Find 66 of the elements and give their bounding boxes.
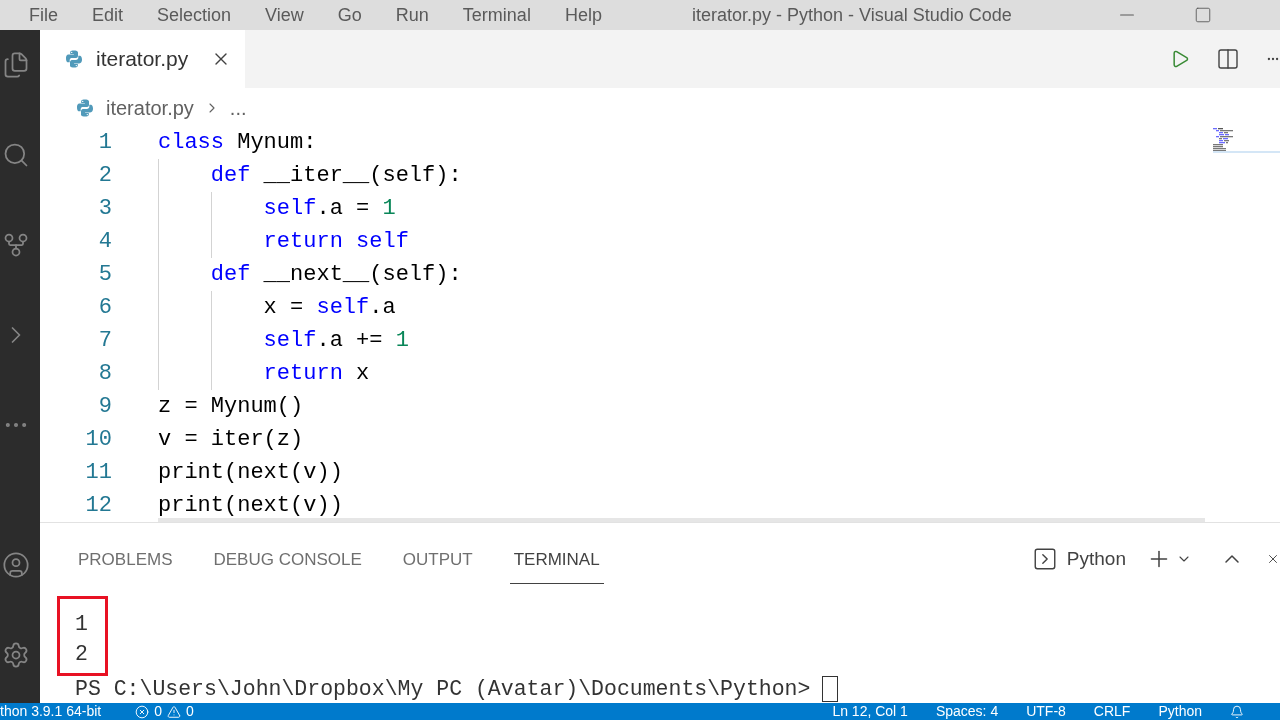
code-line: x = self.a [158,291,396,324]
files-icon[interactable] [2,51,30,79]
status-item[interactable]: Ln 12, Col 1 [832,703,908,720]
python-file-icon [64,49,84,69]
menu-item[interactable]: File [29,4,58,26]
breadcrumb-symbols[interactable]: ... [229,96,247,120]
branch-icon[interactable] [2,231,30,259]
warning-icon [167,704,181,719]
split-editor-icon[interactable] [1216,47,1240,71]
code-line: v = iter(z) [158,426,304,454]
code-line: self.a = 1 [158,192,396,225]
window-title: iterator.py - Python - Visual Studio Code [691,4,1012,26]
line-number: 11 [84,459,112,487]
panel-tab[interactable]: DEBUG CONSOLE [209,537,366,584]
status-item[interactable]: CRLF [1093,703,1131,720]
code-line: print(next(v)) [158,459,343,487]
terminal-selector[interactable]: Python [1031,546,1126,572]
status-item[interactable]: Python [1158,703,1202,720]
menu-item[interactable]: Terminal [462,4,531,26]
line-number: 3 [97,195,112,223]
terminal-cursor [822,676,839,702]
account-icon[interactable] [2,551,30,579]
code-line: z = Mynum() [158,393,304,421]
line-number: 2 [97,162,112,190]
code-line: self.a += 1 [158,324,409,357]
restore-icon[interactable] [1194,6,1212,24]
line-number: 5 [97,261,112,289]
line-number: 6 [97,294,112,322]
breadcrumb-file[interactable]: iterator.py [75,96,194,120]
search-icon[interactable] [2,141,30,169]
panel-tab[interactable]: OUTPUT [398,537,477,584]
line-number: 4 [97,228,112,256]
line-number: 9 [97,393,112,421]
menu-item[interactable]: Go [337,4,362,26]
code-line: class Mynum: [158,129,317,157]
status-item[interactable]: Spaces: 4 [935,703,999,720]
problems-status[interactable]: 0 0 [135,703,194,720]
code-line: def __next__(self): [158,258,462,291]
close-icon[interactable] [1266,552,1280,566]
terminal-output: 1 [75,611,89,638]
menu-item[interactable]: Selection [157,4,232,26]
line-number: 7 [97,327,112,355]
menu-item[interactable]: Edit [92,4,124,26]
menu-item[interactable]: View [265,4,304,26]
interpreter-status[interactable]: thon 3.9.1 64-bit [0,703,102,720]
line-number: 1 [97,129,112,157]
panel-tab[interactable]: TERMINAL [509,537,604,584]
terminal-prompt: PS C:\Users\John\Dropbox\My PC (Avatar)\Documents\Python> [75,676,811,702]
panel-tab[interactable]: PROBLEMS [74,537,177,584]
line-number: 10 [84,426,112,454]
line-number: 8 [97,360,112,388]
python-file-icon [75,98,95,118]
status-item[interactable]: UTF-8 [1026,703,1066,720]
line-number: 12 [84,492,112,520]
bell-icon[interactable] [1230,704,1244,719]
menu-item[interactable]: Help [564,4,602,26]
code-line: print(next(v)) [158,492,343,520]
settings-icon[interactable] [2,641,30,669]
play-icon[interactable] [1170,49,1190,69]
terminal-output: 2 [75,641,89,668]
code-line: return self [158,225,409,258]
code-line: def __iter__(self): [158,159,462,192]
code-line: return x [158,357,370,390]
editor-tab[interactable]: iterator.py [40,30,245,88]
error-icon [135,704,150,719]
menu-item[interactable]: Run [395,4,429,26]
